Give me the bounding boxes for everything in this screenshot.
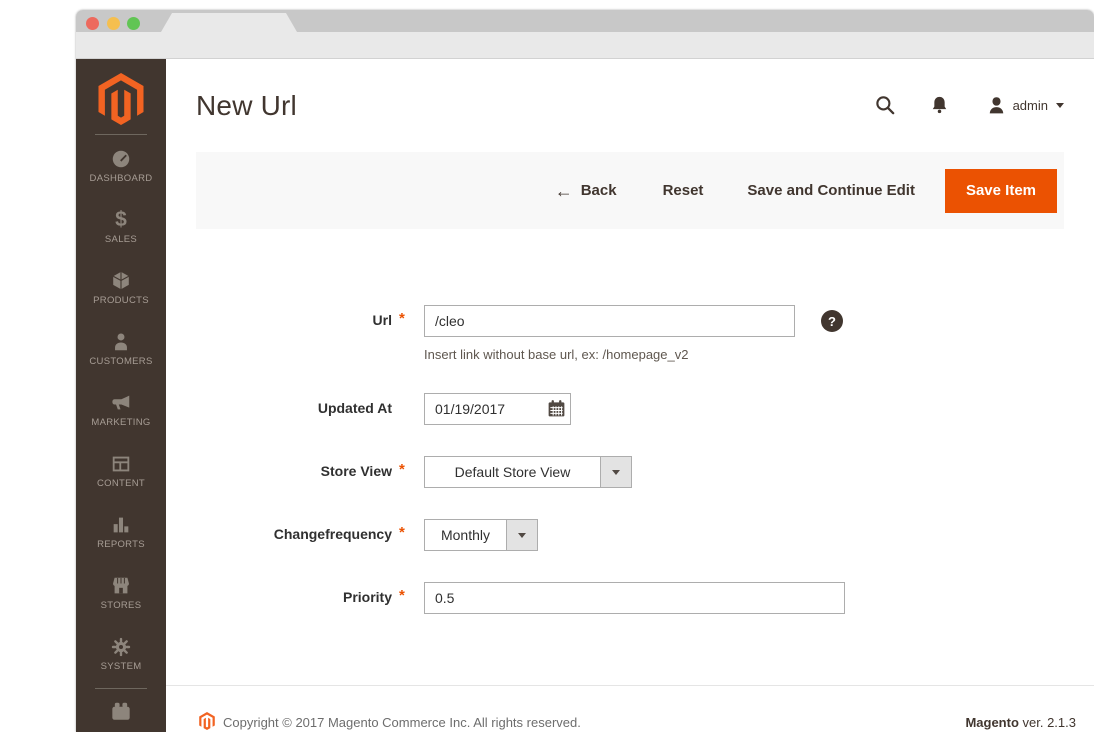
minimize-window-button[interactable] [107,17,120,30]
save-and-continue-button[interactable]: Save and Continue Edit [747,182,915,199]
notifications-bell-icon[interactable] [929,95,950,116]
browser-toolbar [76,32,1094,59]
marketing-icon [110,392,132,414]
admin-username: admin [1012,98,1048,113]
required-mark-empty [392,393,424,398]
magento-footer-logo-icon [199,712,215,730]
url-field-row: Url * Insert link without base url, ex: … [166,305,1094,362]
sidebar-item-customers[interactable]: CUSTOMERS [76,318,166,379]
sidebar-item-label: CUSTOMERS [89,355,153,367]
user-icon [989,97,1003,114]
copyright-text: Copyright © 2017 Magento Commerce Inc. A… [223,715,581,730]
changefrequency-select[interactable]: Monthly [424,519,538,551]
sidebar-item-label: PRODUCTS [93,294,149,306]
sidebar-item-stores[interactable]: STORES [76,562,166,623]
version-brand: Magento [965,715,1019,730]
version-text: Magento ver. 2.1.3 [965,712,1076,730]
sidebar-item-marketing[interactable]: MARKETING [76,379,166,440]
store-view-selected-value: Default Store View [454,464,571,480]
extensions-icon[interactable] [108,697,134,728]
help-icon[interactable]: ? [821,310,843,332]
admin-footer: Copyright © 2017 Magento Commerce Inc. A… [166,685,1094,732]
sidebar-item-label: CONTENT [96,477,145,489]
new-url-form: Url * Insert link without base url, ex: … [166,229,1094,685]
dropdown-arrow-icon[interactable] [600,457,631,487]
sidebar-item-label: REPORTS [97,538,145,550]
changefrequency-field-row: Changefrequency * Monthly [166,519,1094,551]
zoom-window-button[interactable] [127,17,140,30]
chevron-down-icon [1056,103,1064,108]
calendar-icon[interactable] [544,398,568,420]
sidebar-item-dashboard[interactable]: DASHBOARD [76,135,166,196]
browser-tab[interactable] [161,13,297,32]
url-label: Url [372,312,392,328]
sidebar-item-content[interactable]: CONTENT [76,440,166,501]
sales-icon: $ [115,207,127,231]
required-mark: * [399,587,405,604]
sidebar-item-sales[interactable]: $ SALES [76,196,166,257]
priority-field-row: Priority * [166,582,1094,614]
page-title: New Url [196,89,297,121]
stores-icon [110,575,132,597]
sidebar-item-system[interactable]: SYSTEM [76,623,166,684]
content-icon [110,453,132,475]
sidebar-item-label: SALES [104,233,138,245]
dashboard-icon [110,148,132,170]
url-help-note: Insert link without base url, ex: /homep… [424,347,689,362]
search-icon[interactable] [874,94,897,117]
priority-label: Priority [342,589,392,605]
customers-icon [110,331,132,353]
save-item-button[interactable]: Save Item [944,168,1057,213]
version-number: ver. 2.1.3 [1022,715,1076,730]
browser-window: DASHBOARD $ SALES PRODUCTS CUSTOMERS MAR… [76,10,1094,732]
changefrequency-label: Changefrequency [273,526,392,542]
required-mark: * [399,461,405,478]
page-header: New Url admin [166,59,1094,152]
store-view-field-row: Store View * Default Store View [166,456,1094,488]
required-mark: * [399,524,405,541]
back-arrow-icon: ← [554,180,573,201]
store-view-select[interactable]: Default Store View [424,456,632,488]
required-mark: * [399,310,405,327]
close-window-button[interactable] [86,17,99,30]
admin-sidebar: DASHBOARD $ SALES PRODUCTS CUSTOMERS MAR… [76,59,166,732]
reset-button[interactable]: Reset [663,182,704,199]
dropdown-arrow-icon[interactable] [506,520,537,550]
sidebar-item-label: MARKETING [91,416,151,428]
updated-at-label: Updated At [317,400,392,416]
admin-user-menu[interactable]: admin [986,95,1064,116]
url-input[interactable] [424,305,795,337]
window-titlebar [76,10,1094,32]
sidebar-divider [95,688,147,689]
sidebar-item-label: SYSTEM [100,660,142,672]
sidebar-item-products[interactable]: PRODUCTS [76,257,166,318]
sidebar-item-label: STORES [100,599,142,611]
products-icon [110,270,132,292]
page-actions-bar: ← Back Reset Save and Continue Edit Save… [196,152,1064,229]
sidebar-item-label: DASHBOARD [89,172,153,184]
updated-at-field-row: Updated At [166,393,1094,425]
changefrequency-selected-value: Monthly [440,527,491,543]
priority-input[interactable] [424,582,845,614]
sidebar-item-reports[interactable]: REPORTS [76,501,166,562]
back-button[interactable]: ← Back [555,182,617,200]
magento-logo-icon [98,73,144,125]
reports-icon [110,514,132,536]
store-view-label: Store View [320,463,392,479]
system-gear-icon [110,636,132,658]
